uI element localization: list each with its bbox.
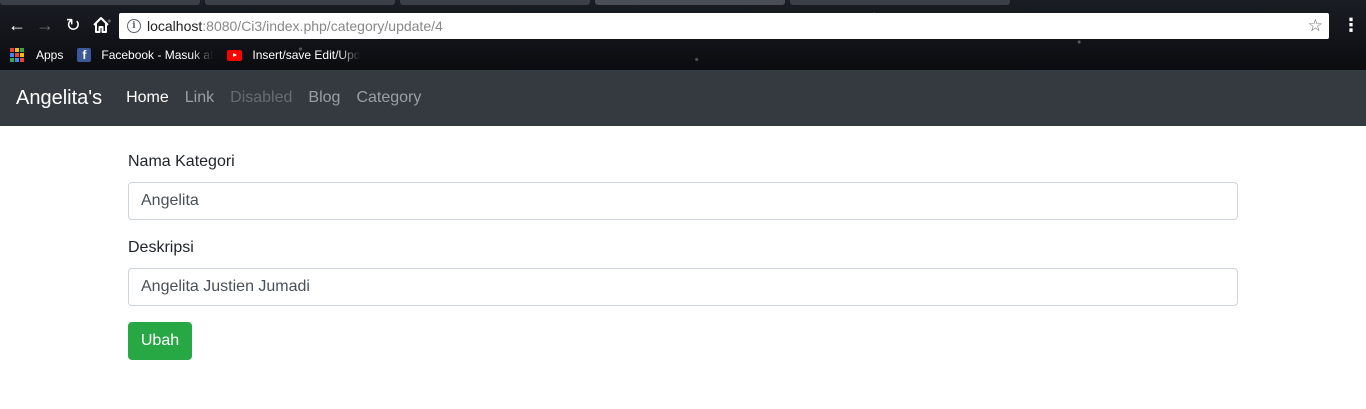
tab[interactable]	[205, 0, 395, 5]
nav-link-home[interactable]: Home	[126, 89, 169, 107]
bookmark-facebook[interactable]: f Facebook - Masuk at	[77, 48, 213, 62]
apps-grid-dot	[20, 58, 24, 62]
nav-link-disabled: Disabled	[230, 89, 293, 106]
apps-grid-dot	[15, 58, 19, 62]
deskripsi-label: Deskripsi	[128, 239, 194, 256]
bookmark-label: Insert/save Edit/Upd	[252, 48, 361, 62]
apps-grid-dot	[20, 48, 24, 52]
apps-grid-dot	[15, 53, 19, 57]
deskripsi-input[interactable]	[128, 268, 1238, 306]
navbar-brand[interactable]: Angelita's	[16, 87, 102, 110]
navbar: Angelita's Home Link Disabled Blog Categ…	[0, 70, 1366, 126]
facebook-icon: f	[77, 48, 92, 62]
menu-dots-icon[interactable]: ⋮	[1342, 14, 1360, 36]
browser-chrome: ← → ↻ i localhost:8080/Ci3/index.php/cat…	[0, 0, 1366, 70]
bookmarks-bar: Apps f Facebook - Masuk at Insert/save E…	[0, 44, 1366, 66]
forward-arrow-icon[interactable]: →	[34, 14, 56, 36]
nav-link-link[interactable]: Link	[185, 89, 214, 107]
apps-grid-dot	[20, 53, 24, 57]
nav-link-blog[interactable]: Blog	[308, 89, 340, 107]
bookmark-youtube[interactable]: Insert/save Edit/Upd	[227, 48, 360, 62]
apps-grid-dot	[10, 58, 14, 62]
info-icon[interactable]: i	[127, 19, 141, 33]
tab[interactable]	[790, 0, 1010, 5]
star-icon[interactable]: ☆	[1308, 16, 1323, 36]
apps-grid-dot	[10, 48, 14, 52]
bookmark-label: Facebook - Masuk at	[101, 48, 214, 62]
bookmark-label: Apps	[36, 48, 64, 62]
url-host: localhost	[147, 18, 203, 34]
tab[interactable]	[400, 0, 590, 5]
url-text[interactable]: localhost:8080/Ci3/index.php/category/up…	[147, 18, 443, 34]
nama-kategori-label: Nama Kategori	[128, 153, 235, 170]
nav-link-category[interactable]: Category	[356, 89, 421, 107]
address-bar[interactable]: i localhost:8080/Ci3/index.php/category/…	[119, 13, 1329, 39]
reload-icon[interactable]: ↻	[62, 14, 84, 36]
apps-grid-dot	[15, 48, 19, 52]
bookmark-apps[interactable]: Apps	[0, 48, 63, 62]
tab[interactable]	[595, 0, 785, 5]
youtube-icon	[227, 49, 243, 61]
apps-grid-dot	[10, 53, 14, 57]
tab-strip	[0, 0, 1366, 7]
nama-kategori-input[interactable]	[128, 182, 1238, 220]
tab[interactable]	[0, 0, 200, 5]
ubah-button[interactable]: Ubah	[128, 322, 192, 360]
home-icon[interactable]	[90, 14, 112, 36]
url-path: :8080/Ci3/index.php/category/update/4	[202, 18, 443, 34]
apps-grid-icon	[10, 48, 24, 62]
back-arrow-icon[interactable]: ←	[6, 14, 28, 36]
